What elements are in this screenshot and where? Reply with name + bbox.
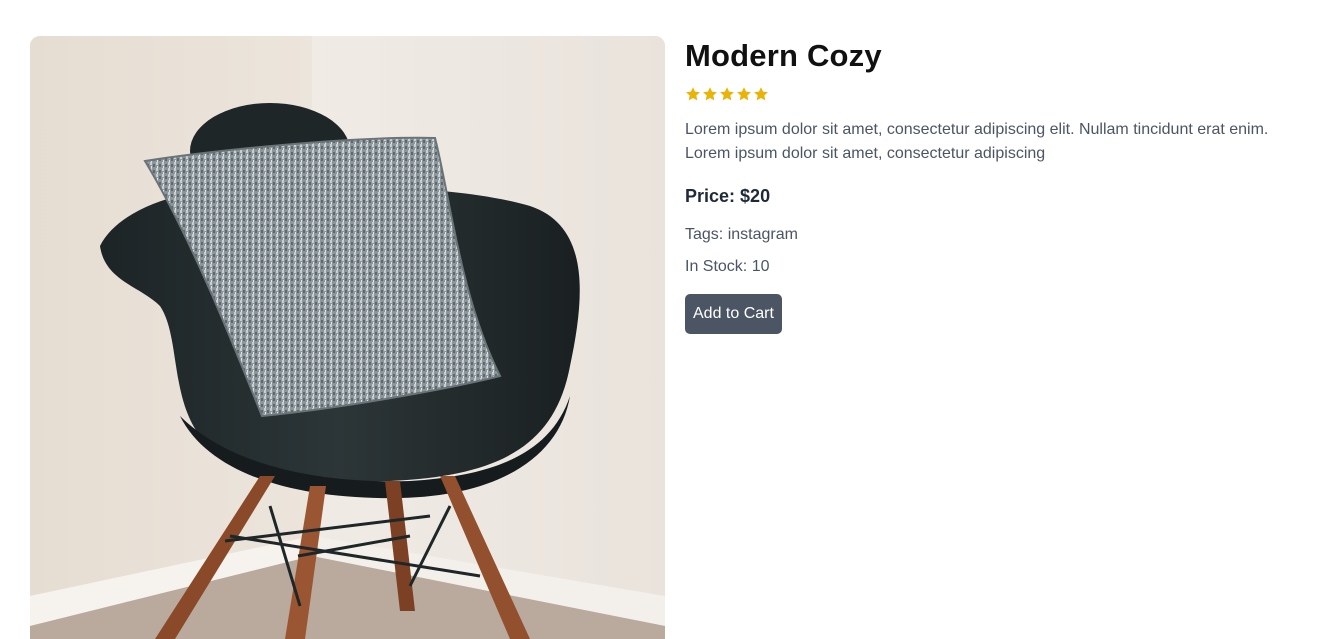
price-label: Price: — [685, 186, 736, 206]
product-title: Modern Cozy — [685, 38, 882, 73]
product-details: Modern Cozy Lorem ipsum dolor sit amet, … — [685, 36, 1305, 334]
product-image — [30, 36, 665, 639]
product-tags: Tags: instagram — [685, 224, 1305, 246]
chair-photo — [30, 36, 665, 639]
tags-label: Tags: — [685, 226, 724, 243]
star-icon — [720, 87, 734, 101]
star-icon — [703, 87, 717, 101]
price-value: $20 — [740, 186, 771, 206]
star-icon — [686, 87, 700, 101]
product-description: Lorem ipsum dolor sit amet, consectetur … — [685, 121, 1269, 162]
stock-label: In Stock: — [685, 258, 748, 275]
product-page: Modern Cozy Lorem ipsum dolor sit amet, … — [0, 0, 1325, 639]
star-icon — [754, 87, 768, 101]
add-to-cart-button[interactable]: Add to Cart — [685, 294, 782, 334]
star-rating — [685, 86, 1305, 104]
tags-value: instagram — [727, 226, 798, 243]
product-price: Price: $20 — [685, 184, 1305, 208]
product-stock: In Stock: 10 — [685, 256, 1305, 278]
stock-value: 10 — [751, 258, 770, 275]
star-icon — [737, 87, 751, 101]
